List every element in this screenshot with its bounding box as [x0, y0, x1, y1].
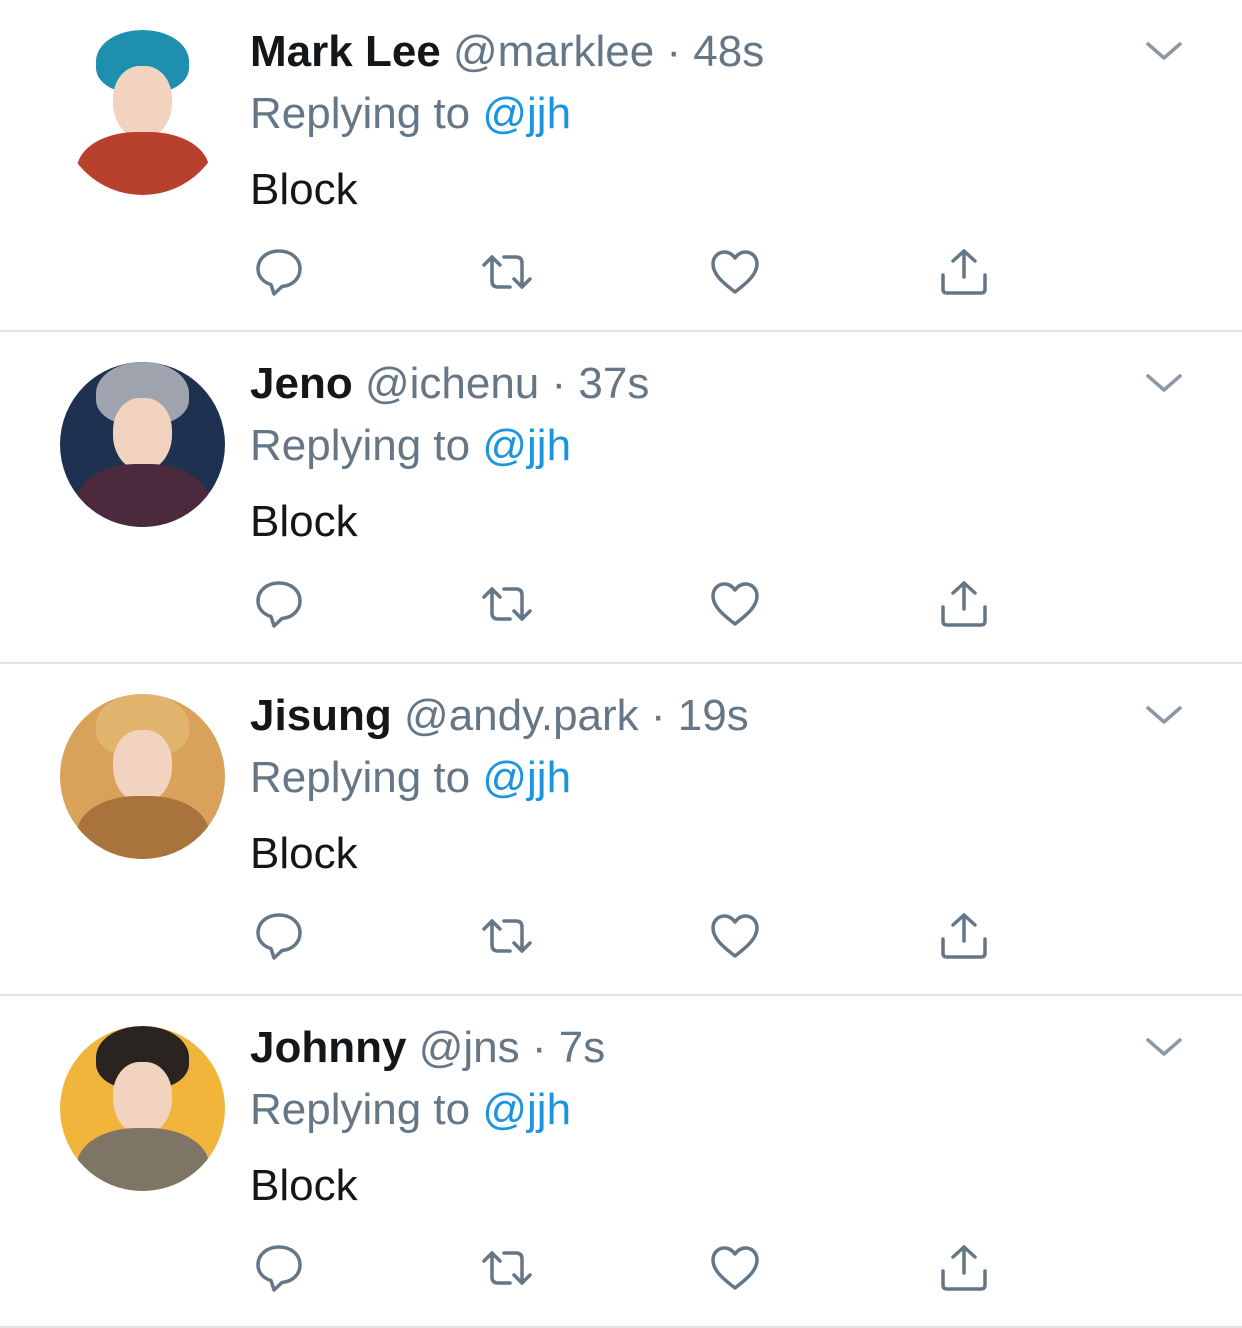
like-button[interactable] [708, 909, 762, 963]
retweet-icon [482, 255, 532, 289]
share-button[interactable] [937, 245, 991, 299]
mention-link[interactable]: @jjh [482, 1085, 571, 1134]
mention-link[interactable]: @jjh [482, 421, 571, 470]
share-button[interactable] [937, 577, 991, 631]
timestamp[interactable]: 48s [693, 27, 764, 76]
more-options-button[interactable] [1140, 1030, 1188, 1064]
username[interactable]: @ichenu [365, 359, 539, 408]
avatar[interactable] [60, 362, 225, 527]
tweet[interactable]: Jisung @andy.park · 19s Replying to @jjh… [0, 664, 1242, 996]
separator-dot: · [666, 27, 682, 76]
share-icon [941, 249, 987, 295]
chevron-down-icon [1146, 706, 1182, 724]
tweet[interactable]: Johnny @jns · 7s Replying to @jjh Block [0, 996, 1242, 1328]
replying-to: Replying to @jjh [250, 86, 571, 142]
separator-dot: · [551, 359, 567, 408]
more-options-button[interactable] [1140, 366, 1188, 400]
reply-button[interactable] [252, 909, 306, 963]
heart-icon [711, 250, 759, 294]
display-name[interactable]: Johnny [250, 1023, 406, 1072]
retweet-icon [482, 587, 532, 621]
mention-link[interactable]: @jjh [482, 753, 571, 802]
display-name[interactable]: Mark Lee [250, 27, 441, 76]
avatar[interactable] [60, 694, 225, 859]
retweet-button[interactable] [480, 1241, 534, 1295]
tweet-header: Johnny @jns · 7s [250, 1020, 605, 1076]
like-button[interactable] [708, 245, 762, 299]
heart-icon [711, 914, 759, 958]
more-options-button[interactable] [1140, 698, 1188, 732]
reply-icon [256, 581, 302, 628]
chevron-down-icon [1146, 1038, 1182, 1056]
display-name[interactable]: Jeno [250, 359, 353, 408]
tweet[interactable]: Jeno @ichenu · 37s Replying to @jjh Bloc… [0, 332, 1242, 664]
heart-icon [711, 1246, 759, 1290]
share-icon [941, 913, 987, 959]
reply-icon [256, 1245, 302, 1292]
tweet-header: Mark Lee @marklee · 48s [250, 24, 764, 80]
share-icon [941, 1245, 987, 1291]
tweet[interactable]: Mark Lee @marklee · 48s Replying to @jjh… [0, 0, 1242, 332]
reply-icon [256, 913, 302, 960]
reply-button[interactable] [252, 577, 306, 631]
tweet-text: Block [250, 1161, 358, 1210]
retweet-button[interactable] [480, 909, 534, 963]
share-button[interactable] [937, 1241, 991, 1295]
replying-to-label: Replying to [250, 89, 483, 138]
username[interactable]: @jns [419, 1023, 520, 1072]
like-button[interactable] [708, 1241, 762, 1295]
mention-link[interactable]: @jjh [482, 89, 571, 138]
timestamp[interactable]: 19s [678, 691, 749, 740]
avatar[interactable] [60, 30, 225, 195]
replying-to-label: Replying to [250, 1085, 483, 1134]
replying-to-label: Replying to [250, 753, 483, 802]
replying-to: Replying to @jjh [250, 750, 571, 806]
share-button[interactable] [937, 909, 991, 963]
reply-button[interactable] [252, 245, 306, 299]
retweet-button[interactable] [480, 577, 534, 631]
chevron-down-icon [1146, 374, 1182, 392]
retweet-icon [482, 1251, 532, 1285]
like-button[interactable] [708, 577, 762, 631]
replying-to: Replying to @jjh [250, 1082, 571, 1138]
timestamp[interactable]: 37s [578, 359, 649, 408]
heart-icon [711, 582, 759, 626]
separator-dot: · [650, 691, 666, 740]
tweet-text: Block [250, 165, 358, 214]
avatar[interactable] [60, 1026, 225, 1191]
reply-button[interactable] [252, 1241, 306, 1295]
chevron-down-icon [1146, 42, 1182, 60]
tweet-header: Jisung @andy.park · 19s [250, 688, 749, 744]
display-name[interactable]: Jisung [250, 691, 392, 740]
replying-to: Replying to @jjh [250, 418, 571, 474]
tweet-text: Block [250, 497, 358, 546]
tweet-text: Block [250, 829, 358, 878]
share-icon [941, 581, 987, 627]
username[interactable]: @marklee [453, 27, 654, 76]
tweet-header: Jeno @ichenu · 37s [250, 356, 649, 412]
reply-icon [256, 249, 302, 296]
retweet-button[interactable] [480, 245, 534, 299]
username[interactable]: @andy.park [404, 691, 639, 740]
more-options-button[interactable] [1140, 34, 1188, 68]
separator-dot: · [531, 1023, 547, 1072]
replying-to-label: Replying to [250, 421, 483, 470]
retweet-icon [482, 919, 532, 953]
timestamp[interactable]: 7s [559, 1023, 605, 1072]
